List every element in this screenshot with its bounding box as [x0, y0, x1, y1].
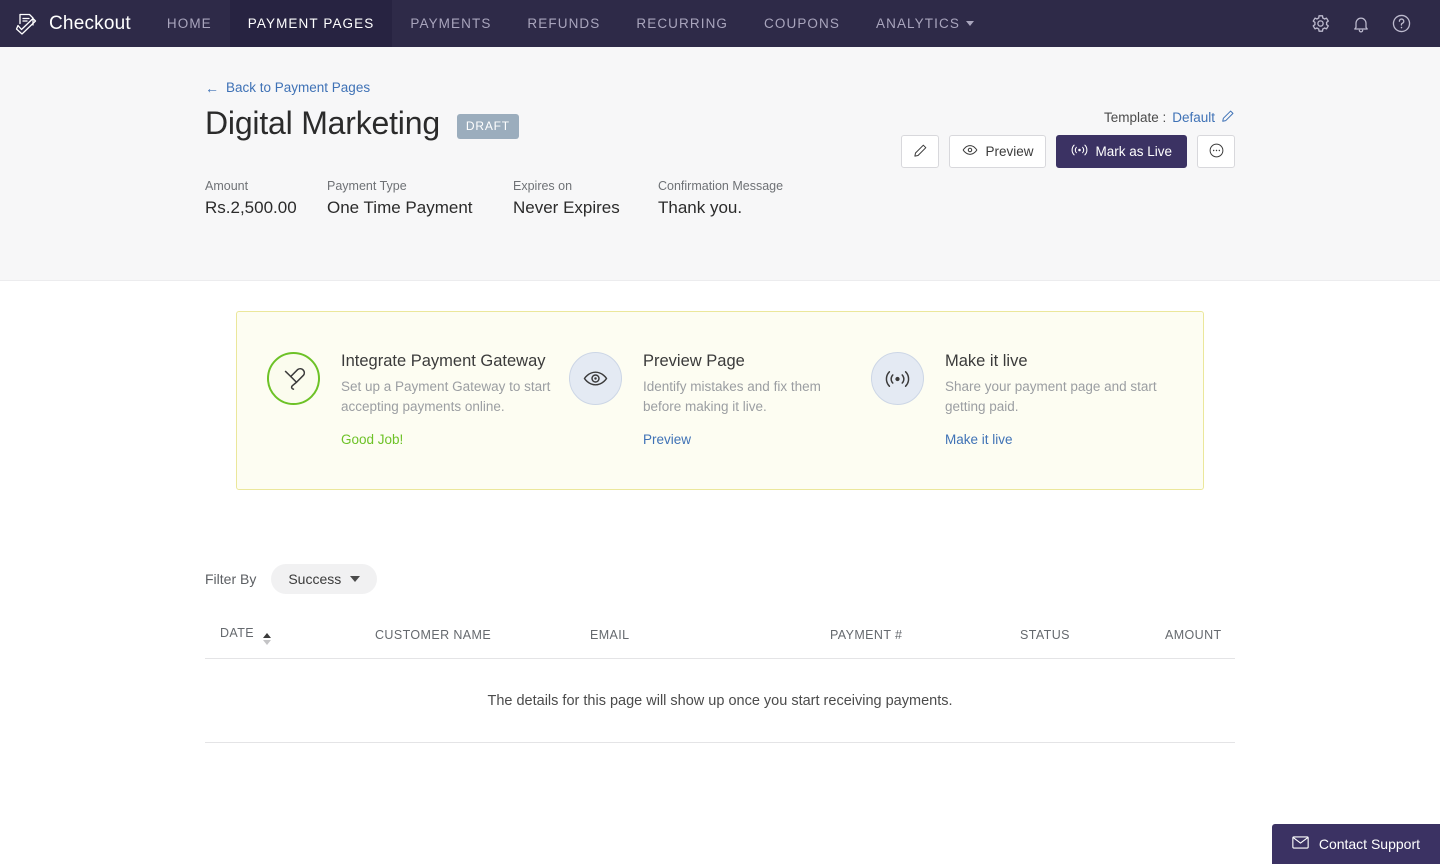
plug-icon: [267, 352, 320, 405]
meta-expires-on-value: Never Expires: [513, 197, 620, 217]
mark-as-live-label: Mark as Live: [1095, 144, 1172, 159]
template-selector: Template : Default: [1104, 109, 1235, 126]
header-actions: Preview Mark as Live: [901, 135, 1235, 168]
contact-support-button[interactable]: Contact Support: [1271, 824, 1440, 864]
table-header-row: DATE CUSTOMER NAME EMAIL PAYMENT # STATU…: [205, 625, 1235, 659]
more-horizontal-icon: [1208, 142, 1225, 162]
status-filter-value: Success: [288, 570, 342, 587]
nav-link-coupons[interactable]: COUPONS: [746, 0, 858, 47]
sort-arrows-icon: [262, 632, 271, 645]
onboarding-steps-card: Integrate Payment Gateway Set up a Payme…: [236, 311, 1204, 490]
payments-table: DATE CUSTOMER NAME EMAIL PAYMENT # STATU…: [205, 625, 1235, 743]
filter-row: Filter By Success: [205, 563, 1235, 594]
navbar-actions: [1310, 0, 1440, 47]
column-header-date-label: DATE: [220, 625, 255, 640]
table-empty-row: The details for this page will show up o…: [205, 658, 1235, 743]
mail-icon: [1292, 836, 1309, 852]
step-text: Make it live Share your payment page and…: [945, 352, 1157, 449]
column-header-amount[interactable]: AMOUNT: [1165, 625, 1235, 659]
page-title: Digital Marketing: [205, 104, 440, 141]
meta-expires-on-label: Expires on: [513, 178, 573, 193]
status-badge: DRAFT: [456, 113, 519, 139]
nav-links: HOME PAYMENT PAGES PAYMENTS REFUNDS RECU…: [149, 0, 992, 47]
mark-as-live-button[interactable]: Mark as Live: [1056, 135, 1187, 168]
preview-button[interactable]: Preview: [949, 135, 1047, 168]
brand-name: Checkout: [49, 12, 131, 34]
contact-support-label: Contact Support: [1318, 836, 1420, 852]
help-icon[interactable]: [1391, 13, 1412, 34]
meta-confirmation-label: Confirmation Message: [658, 178, 784, 193]
meta-expires-on: Expires on Never Expires: [513, 179, 658, 218]
pencil-icon: [913, 143, 928, 161]
meta-confirmation-value: Thank you.: [658, 197, 743, 217]
checkout-document-check-icon: [14, 11, 40, 37]
step-action-preview[interactable]: Preview: [643, 432, 691, 447]
nav-link-payment-pages[interactable]: PAYMENT PAGES: [229, 0, 393, 47]
step-preview-page: Preview Page Identify mistakes and fix t…: [569, 352, 871, 449]
step-make-it-live: Make it live Share your payment page and…: [871, 352, 1173, 449]
step-title: Make it live: [945, 352, 1028, 370]
meta-payment-type-label: Payment Type: [327, 178, 407, 193]
back-to-payment-pages-link[interactable]: ← Back to Payment Pages: [205, 47, 370, 95]
nav-link-payments[interactable]: PAYMENTS: [392, 0, 509, 47]
step-text: Integrate Payment Gateway Set up a Payme…: [341, 352, 553, 449]
meta-confirmation-message: Confirmation Message Thank you.: [658, 179, 783, 218]
step-integrate-payment-gateway: Integrate Payment Gateway Set up a Payme…: [267, 352, 569, 449]
chevron-down-icon: [350, 575, 361, 582]
nav-link-home[interactable]: HOME: [149, 0, 230, 47]
step-title: Integrate Payment Gateway: [341, 352, 546, 370]
template-value-link[interactable]: Default: [1172, 110, 1215, 125]
meta-payment-type: Payment Type One Time Payment: [327, 179, 513, 218]
meta-payment-type-value: One Time Payment: [327, 197, 473, 217]
chevron-down-icon: [965, 21, 974, 26]
top-navbar: Checkout HOME PAYMENT PAGES PAYMENTS REF…: [0, 0, 1440, 47]
eye-icon: [569, 352, 622, 405]
template-label: Template :: [1103, 110, 1167, 125]
step-action-make-it-live[interactable]: Make it live: [945, 432, 1013, 447]
bell-icon[interactable]: [1351, 14, 1371, 34]
brand[interactable]: Checkout: [0, 0, 149, 47]
nav-link-analytics-label: ANALYTICS: [876, 16, 960, 31]
step-title: Preview Page: [643, 352, 745, 370]
table-body: The details for this page will show up o…: [205, 658, 1235, 743]
more-options-button[interactable]: [1197, 135, 1235, 168]
step-description: Share your payment page and start gettin…: [945, 379, 1157, 415]
meta-amount-value: Rs.2,500.00: [205, 197, 297, 217]
broadcast-icon: [1071, 143, 1088, 160]
payment-meta-row: Amount Rs.2,500.00 Payment Type One Time…: [205, 179, 1235, 218]
column-header-customer-name[interactable]: CUSTOMER NAME: [375, 625, 590, 659]
step-action-good-job: Good Job!: [341, 431, 404, 447]
column-header-email[interactable]: EMAIL: [590, 625, 830, 659]
meta-amount-label: Amount: [205, 178, 249, 193]
table-header: DATE CUSTOMER NAME EMAIL PAYMENT # STATU…: [205, 625, 1235, 659]
nav-link-recurring[interactable]: RECURRING: [618, 0, 746, 47]
column-header-status[interactable]: STATUS: [1020, 625, 1165, 659]
eye-icon: [962, 142, 978, 161]
back-link-label: Back to Payment Pages: [226, 80, 371, 95]
table-empty-message: The details for this page will show up o…: [205, 658, 1235, 743]
column-header-payment-number[interactable]: PAYMENT #: [830, 625, 1020, 659]
broadcast-icon: [871, 352, 924, 405]
column-header-date[interactable]: DATE: [205, 625, 375, 659]
status-filter-dropdown[interactable]: Success: [271, 563, 378, 594]
preview-button-label: Preview: [985, 144, 1034, 159]
nav-link-analytics[interactable]: ANALYTICS: [858, 0, 992, 47]
step-description: Identify mistakes and fix them before ma…: [643, 379, 821, 415]
nav-link-refunds[interactable]: REFUNDS: [509, 0, 618, 47]
step-description: Set up a Payment Gateway to start accept…: [341, 379, 551, 415]
gear-icon[interactable]: [1310, 13, 1331, 34]
step-text: Preview Page Identify mistakes and fix t…: [643, 352, 855, 449]
page-summary-strip: ← Back to Payment Pages Digital Marketin…: [0, 47, 1440, 281]
edit-button[interactable]: [901, 135, 940, 168]
pencil-icon[interactable]: [1221, 109, 1235, 126]
arrow-left-icon: ←: [205, 79, 219, 96]
meta-amount: Amount Rs.2,500.00: [205, 179, 327, 218]
filter-by-label: Filter By: [205, 570, 257, 587]
